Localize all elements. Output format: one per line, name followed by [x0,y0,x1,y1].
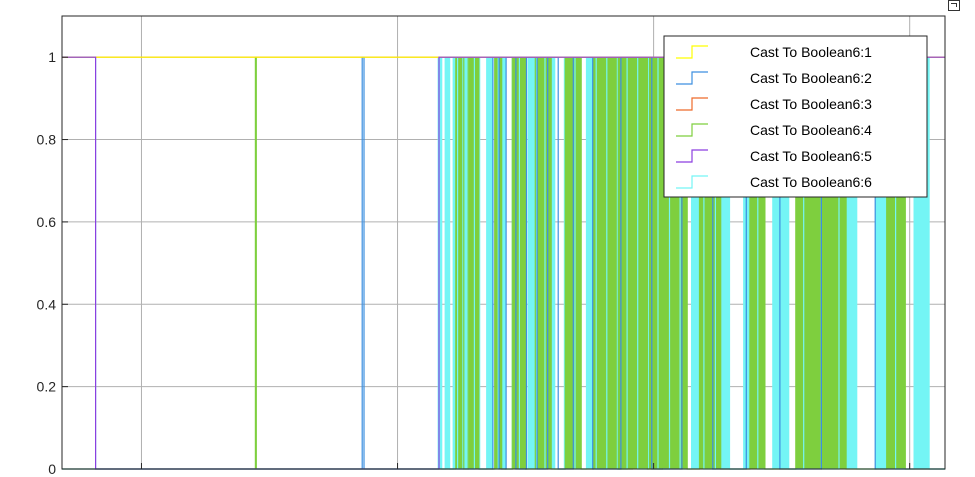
legend-label-1: Cast To Boolean6:1 [750,44,872,60]
y-tick-label-1: 0.2 [37,379,57,395]
y-tick-label-0: 0 [48,461,56,477]
y-tick-label-2: 0.4 [37,296,57,312]
y-tick-label-5: 1 [48,49,56,65]
series-6-pulse-24 [486,57,493,469]
legend-label-6: Cast To Boolean6:6 [750,174,872,190]
series-4-pulse-10 [468,57,479,469]
legend-label-4: Cast To Boolean6:4 [750,122,872,138]
series-6-pulse-8 [445,57,450,469]
legend-label-5: Cast To Boolean6:5 [750,148,872,164]
y-tick-label-4: 0.8 [37,132,57,148]
legend-label-2: Cast To Boolean6:2 [750,70,872,86]
legend-box [663,35,928,198]
expand-icon[interactable] [948,0,960,11]
legend-label-3: Cast To Boolean6:3 [750,96,872,112]
y-tick-label-3: 0.6 [37,214,57,230]
signal-plot: 00.20.40.60.81 Cast To Boolean6:1Cast To… [0,0,975,477]
legend: Cast To Boolean6:1 Cast To Boolean6:2 Cast… [663,35,928,198]
